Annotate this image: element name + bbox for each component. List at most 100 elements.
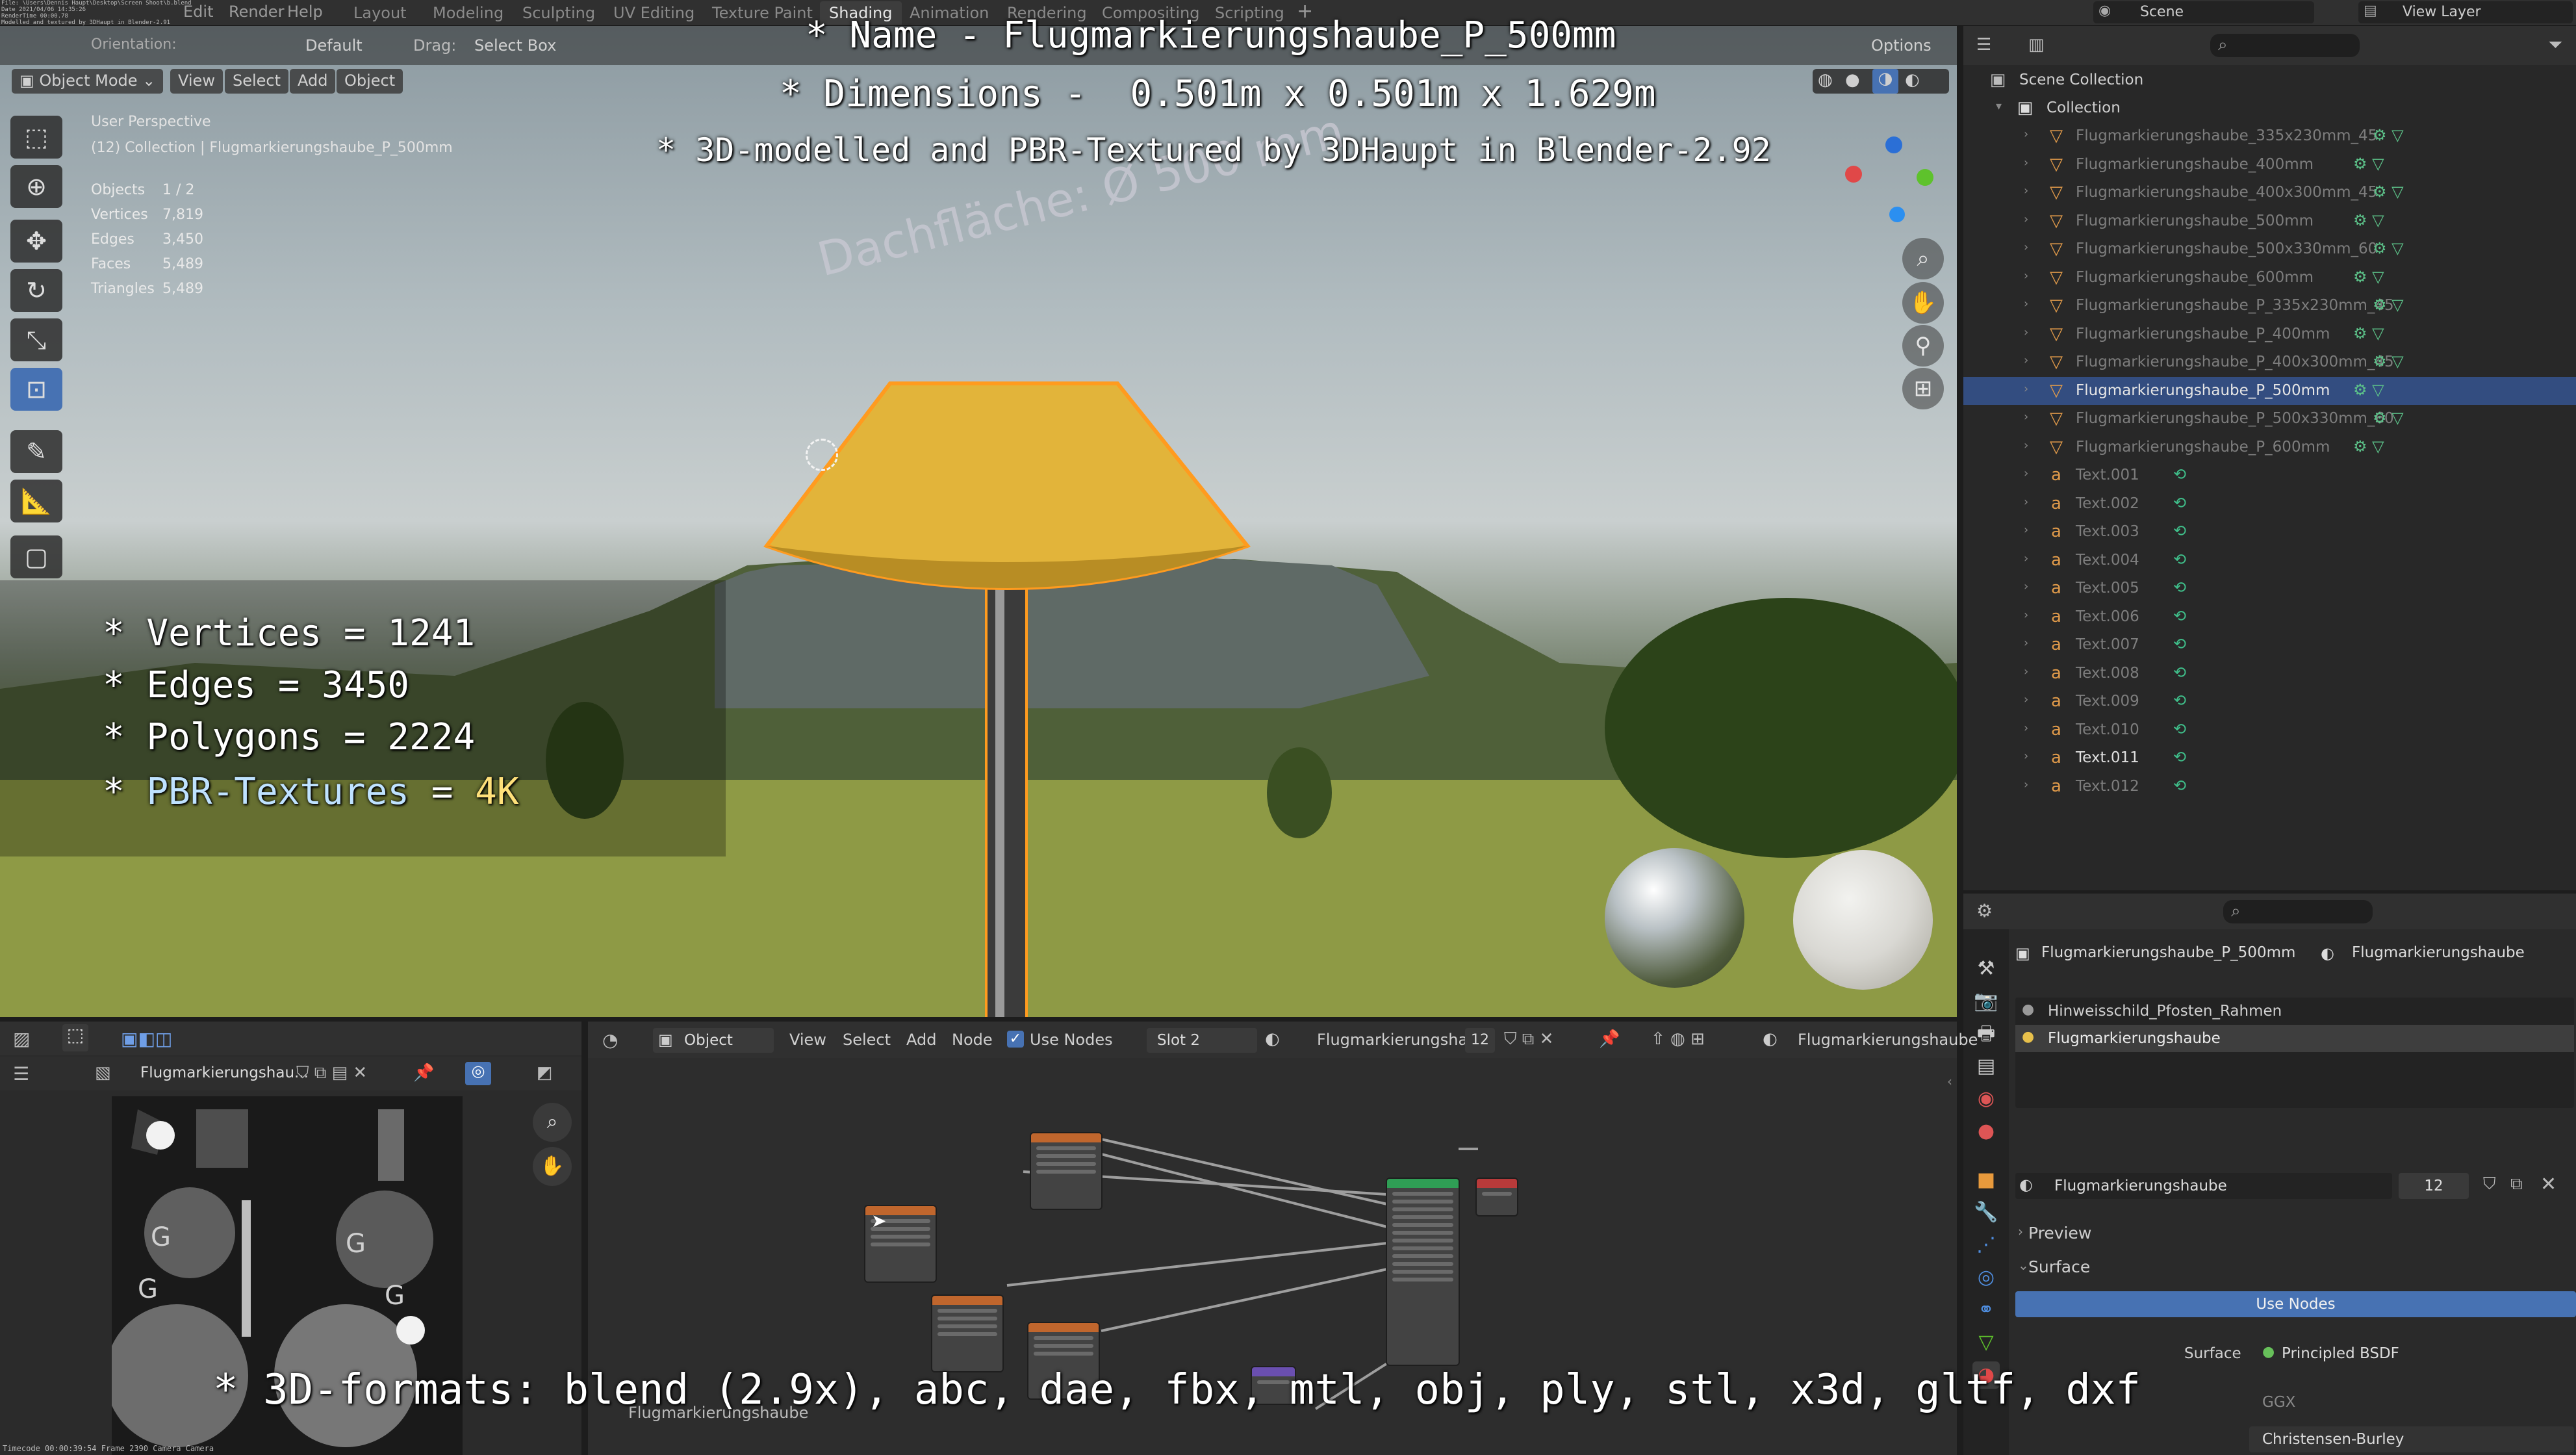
expand-arrow-icon[interactable]: ›: [2024, 439, 2028, 452]
filter-funnel-icon[interactable]: ⏷: [2548, 34, 2562, 56]
expand-arrow-icon[interactable]: ›: [2024, 382, 2028, 396]
text-data-icon[interactable]: ⟲: [2173, 465, 2186, 483]
node-menu-add[interactable]: Add: [906, 1031, 936, 1049]
menu-edit[interactable]: Edit: [183, 3, 213, 21]
expand-arrow-icon[interactable]: ›: [2024, 693, 2028, 706]
material-shading-icon[interactable]: ◑: [1872, 69, 1898, 94]
outliner-item[interactable]: › ▽ Flugmarkierungshaube_400mm ⚙ ▽: [1963, 151, 2576, 179]
tab-modeling[interactable]: Modeling: [424, 1, 513, 25]
node-menu-select[interactable]: Select: [843, 1031, 891, 1049]
fake-user-shield-icon[interactable]: ⛉ ⧉ ✕: [1504, 1029, 1553, 1049]
data-tab-icon[interactable]: ▽: [1972, 1329, 2000, 1356]
parent-node-tree-icon[interactable]: ⇧ ◍ ⊞: [1651, 1029, 1705, 1049]
mesh-data-icon[interactable]: ⚙ ▽: [2373, 409, 2404, 427]
mesh-data-icon[interactable]: ⚙ ▽: [2373, 296, 2404, 314]
outliner-item[interactable]: › ▽ Flugmarkierungshaube_500mm ⚙ ▽: [1963, 207, 2576, 235]
expand-arrow-icon[interactable]: ›: [2024, 495, 2028, 509]
gizmo-y-axis[interactable]: [1917, 169, 1933, 186]
outliner-item[interactable]: › a Text.004 ⟲: [1963, 547, 2576, 574]
chevron-down-icon[interactable]: ⌄: [2018, 1257, 2029, 1273]
world-tab-icon[interactable]: ●: [1972, 1118, 2000, 1145]
mesh-data-icon[interactable]: ⚙ ▽: [2353, 155, 2384, 173]
select-mode-icons[interactable]: ▣◧◫: [121, 1028, 172, 1049]
3d-viewport[interactable]: Dachfläche: Ø 500 mm Orientation: Defaul…: [0, 26, 1957, 1017]
shader-type-select[interactable]: ▣ Object: [653, 1028, 774, 1053]
mesh-data-icon[interactable]: ⚙ ▽: [2353, 381, 2384, 399]
expand-arrow-icon[interactable]: ›: [2024, 721, 2028, 735]
expand-arrow-icon[interactable]: ›: [2024, 608, 2028, 622]
zoom-icon[interactable]: ⌕: [533, 1103, 572, 1142]
expand-arrow-icon[interactable]: ›: [2024, 297, 2028, 311]
duplicate-material-icon[interactable]: ⧉: [2510, 1174, 2523, 1194]
image-browse-icon[interactable]: ▧: [95, 1063, 111, 1083]
outliner-item[interactable]: › a Text.012 ⟲: [1963, 773, 2576, 801]
tab-uv-editing[interactable]: UV Editing: [604, 1, 704, 25]
expand-arrow-icon[interactable]: ›: [2024, 552, 2028, 565]
outliner-item[interactable]: › a Text.009 ⟲: [1963, 688, 2576, 715]
outliner-item[interactable]: › ▽ Flugmarkierungshaube_P_600mm ⚙ ▽: [1963, 433, 2576, 461]
cursor-tool-icon[interactable]: ⊕: [10, 165, 62, 208]
mesh-data-icon[interactable]: ⚙ ▽: [2373, 352, 2404, 370]
material-slot-list[interactable]: ● Hinweisschild_Pfosten_Rahmen ● Flugmar…: [2015, 998, 2574, 1108]
mesh-data-icon[interactable]: ⚙ ▽: [2373, 239, 2404, 257]
view-layer-selector[interactable]: ▤ View Layer: [2358, 1, 2573, 23]
subsurface-method-select[interactable]: Christensen-Burley: [2249, 1426, 2574, 1452]
tool-tab-icon[interactable]: ⚒: [1972, 955, 2000, 983]
outliner-item[interactable]: › ▽ Flugmarkierungshaube_600mm ⚙ ▽: [1963, 264, 2576, 292]
menu-render[interactable]: Render: [229, 3, 284, 21]
material-slot-select[interactable]: Slot 2: [1147, 1028, 1257, 1053]
outliner-item[interactable]: › a Text.007 ⟲: [1963, 631, 2576, 659]
expand-arrow-icon[interactable]: ›: [2024, 636, 2028, 650]
view-layer-tab-icon[interactable]: ▤: [1972, 1053, 2000, 1080]
mesh-data-icon[interactable]: ⚙ ▽: [2373, 126, 2404, 144]
viewport-menu-select[interactable]: Select: [225, 69, 289, 94]
outliner-item[interactable]: › a Text.005 ⟲: [1963, 574, 2576, 602]
pin-icon[interactable]: 📌: [1599, 1029, 1620, 1049]
editor-type-icon[interactable]: ⚙: [1976, 900, 1993, 921]
outliner-item[interactable]: › a Text.008 ⟲: [1963, 660, 2576, 688]
display-mode-icon[interactable]: ☰: [1976, 35, 1991, 55]
node-material-users[interactable]: 12: [1465, 1028, 1495, 1053]
surface-panel-header[interactable]: Surface: [2028, 1257, 2090, 1276]
expand-arrow-icon[interactable]: ›: [2024, 523, 2028, 537]
outliner-scene-collection[interactable]: ▣ Scene Collection: [1963, 66, 2576, 94]
viewport-menu-object[interactable]: Object: [337, 69, 403, 94]
material-slot-row-active[interactable]: ● Flugmarkierungshaube: [2015, 1025, 2574, 1052]
annotate-tool-icon[interactable]: ✎: [10, 430, 62, 473]
rotate-tool-icon[interactable]: ↻: [10, 269, 62, 312]
navigation-gizmo[interactable]: [1839, 130, 1936, 227]
add-cube-tool-icon[interactable]: ▢: [10, 535, 62, 578]
tab-layout[interactable]: Layout: [344, 1, 416, 25]
outliner-item[interactable]: › a Text.002 ⟲: [1963, 490, 2576, 518]
outliner-search-input[interactable]: ⌕: [2210, 34, 2360, 57]
expand-arrow-icon[interactable]: ›: [2024, 580, 2028, 593]
pan-hand-icon[interactable]: ✋: [533, 1147, 572, 1186]
outliner-item[interactable]: › ▽ Flugmarkierungshaube_500x330mm_60 ⚙ ▽: [1963, 235, 2576, 263]
material-output-node[interactable]: [1475, 1178, 1518, 1217]
text-data-icon[interactable]: ⟲: [2173, 777, 2186, 795]
image-name-field[interactable]: Flugmarkierungshau...: [140, 1064, 309, 1081]
zoom-icon[interactable]: ⌕: [1902, 238, 1944, 279]
outliner-item[interactable]: › ▽ Flugmarkierungshaube_P_335x230mm_45 ⚙ ▽: [1963, 292, 2576, 320]
render-tab-icon[interactable]: 📷: [1972, 988, 2000, 1015]
text-data-icon[interactable]: ⟲: [2173, 607, 2186, 625]
camera-view-icon[interactable]: ⚲: [1902, 325, 1944, 367]
surface-shader-select[interactable]: Principled BSDF: [2282, 1345, 2399, 1362]
object-tab-icon[interactable]: ■: [1972, 1166, 2000, 1194]
expand-arrow-icon[interactable]: ›: [2024, 467, 2028, 480]
expand-arrow-icon[interactable]: ▾: [1996, 99, 2002, 113]
outliner-item[interactable]: › a Text.003 ⟲: [1963, 518, 2576, 546]
scale-tool-icon[interactable]: ⤡: [10, 318, 62, 361]
pan-hand-icon[interactable]: ✋: [1902, 282, 1944, 324]
node-menu-node[interactable]: Node: [952, 1031, 993, 1049]
principled-bsdf-node[interactable]: [1386, 1178, 1460, 1366]
move-tool-icon[interactable]: ✥: [10, 220, 62, 263]
scene-tab-icon[interactable]: ◉: [1972, 1085, 2000, 1113]
image-texture-node[interactable]: [931, 1294, 1004, 1372]
outliner-item[interactable]: › a Text.001 ⟲: [1963, 461, 2576, 489]
expand-arrow-icon[interactable]: ›: [2024, 184, 2028, 198]
expand-arrow-icon[interactable]: ›: [2024, 269, 2028, 283]
gizmo-neg-z[interactable]: [1889, 207, 1905, 222]
outliner-item[interactable]: › ▽ Flugmarkierungshaube_P_400x300mm_45 ⚙ ▽: [1963, 348, 2576, 376]
properties-search-input[interactable]: ⌕: [2223, 900, 2373, 923]
